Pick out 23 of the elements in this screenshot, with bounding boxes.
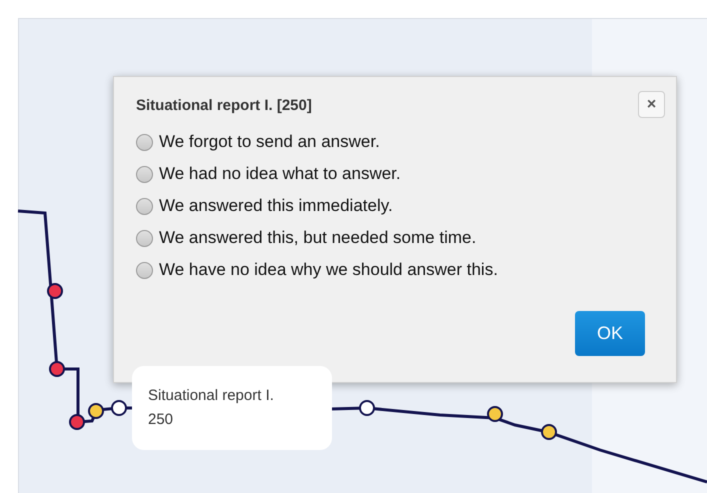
data-point[interactable]: [47, 283, 63, 299]
radio-button[interactable]: [136, 230, 153, 246]
option-label[interactable]: We had no idea what to answer.: [159, 161, 401, 187]
option-label[interactable]: We answered this, but needed some time.: [159, 225, 476, 251]
data-point[interactable]: [487, 406, 503, 422]
radio-button[interactable]: [136, 198, 153, 214]
dialog-title: Situational report I. [250]: [136, 96, 312, 116]
close-button[interactable]: ×: [638, 91, 665, 118]
data-point[interactable]: [49, 361, 65, 377]
ok-button[interactable]: OK: [575, 311, 645, 356]
radio-button[interactable]: [136, 134, 153, 150]
data-point[interactable]: [69, 414, 85, 430]
option-label[interactable]: We forgot to send an answer.: [159, 129, 380, 155]
radio-button[interactable]: [136, 166, 153, 182]
option-label[interactable]: We have no idea why we should answer this.: [159, 257, 498, 283]
data-point[interactable]: [88, 403, 104, 419]
data-point[interactable]: [111, 400, 127, 416]
option-label[interactable]: We answered this immediately.: [159, 193, 393, 219]
tooltip-value: 250: [148, 410, 174, 430]
data-point[interactable]: [359, 400, 375, 416]
tooltip-title: Situational report I.: [148, 386, 275, 406]
radio-button[interactable]: [136, 262, 153, 278]
data-point[interactable]: [541, 424, 557, 440]
